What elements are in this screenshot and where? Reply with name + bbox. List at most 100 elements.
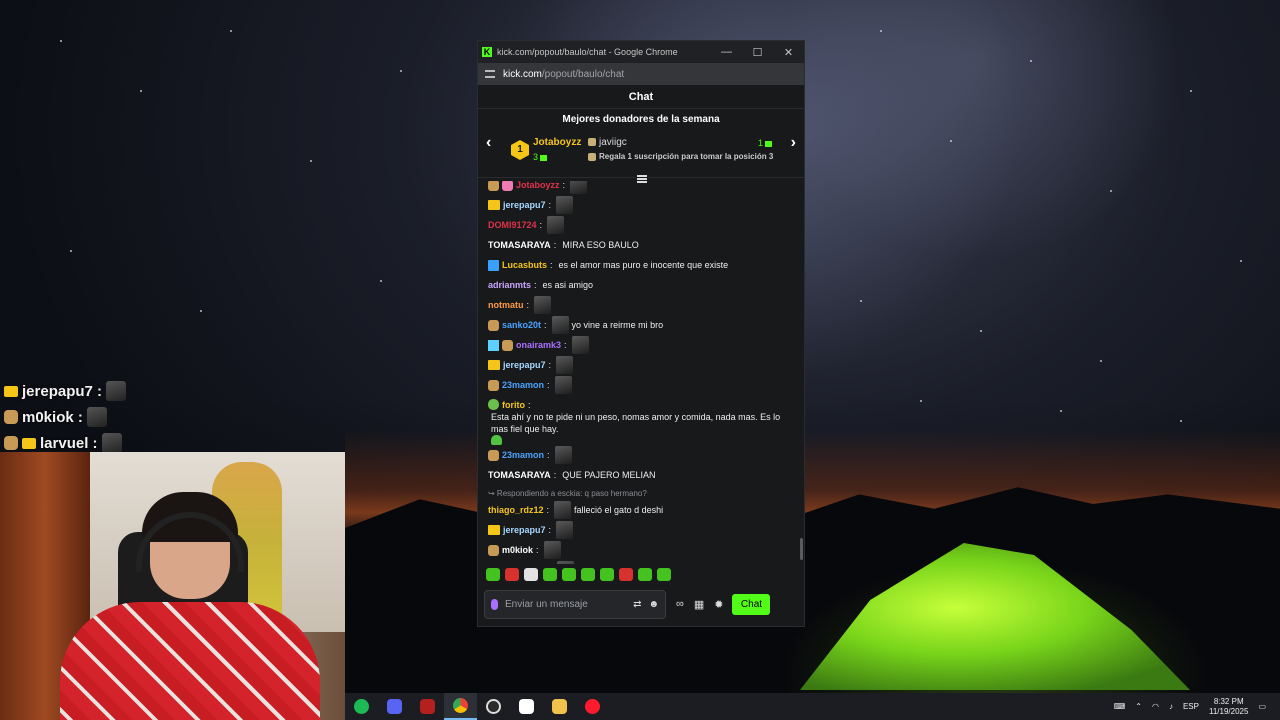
hand-badge-icon[interactable]	[488, 544, 499, 556]
chat-username[interactable]: TOMASARAYA	[488, 239, 551, 251]
minimize-button[interactable]: —	[711, 46, 742, 58]
emote-icon	[547, 216, 565, 234]
star	[380, 280, 382, 282]
star	[1180, 420, 1182, 422]
emote-icon[interactable]	[505, 568, 519, 581]
emote-icon[interactable]	[543, 568, 557, 581]
emote-icon	[543, 541, 561, 559]
emote-icon[interactable]	[619, 568, 633, 581]
gift-icon	[765, 140, 772, 147]
emote-icon[interactable]	[600, 568, 614, 581]
gear-icon[interactable]: ✹	[714, 598, 723, 611]
sword-badge-icon[interactable]	[488, 259, 499, 271]
hand-badge-icon	[4, 436, 18, 450]
hand-badge-icon[interactable]	[488, 181, 499, 191]
star	[400, 70, 402, 72]
translate-icon[interactable]: ⇄	[633, 599, 641, 610]
chevron-up-icon[interactable]: ⌃	[1135, 702, 1142, 711]
emoji-icon[interactable]: ☻	[648, 599, 659, 610]
maximize-button[interactable]: ☐	[742, 46, 773, 59]
hand-badge-icon[interactable]	[502, 339, 513, 351]
obs-app-icon[interactable]	[477, 693, 510, 720]
emote-icon[interactable]	[638, 568, 652, 581]
emote-icon	[86, 407, 107, 427]
crown-badge-icon[interactable]	[488, 200, 500, 210]
close-button[interactable]: ✕	[773, 46, 804, 59]
emote-icon[interactable]	[657, 568, 671, 581]
chat-message-input[interactable]	[505, 598, 627, 610]
site-settings-icon[interactable]	[485, 70, 495, 78]
address-bar[interactable]: kick.com/popout/baulo/chat	[478, 63, 804, 85]
title-bar[interactable]: K kick.com/popout/baulo/chat - Google Ch…	[478, 41, 804, 63]
quick-emote-bar	[486, 568, 671, 581]
pink-badge-icon[interactable]	[502, 181, 513, 191]
crown-badge-icon[interactable]	[488, 360, 500, 370]
chat-username[interactable]: TOMASARAYA	[488, 469, 551, 481]
crown-badge-icon	[4, 385, 18, 397]
second-donor-count: 1	[758, 138, 772, 148]
crown-badge-icon[interactable]	[488, 525, 500, 535]
network-icon[interactable]: ◠	[1152, 702, 1159, 711]
chat-username[interactable]: jerepapu7	[503, 199, 546, 211]
top-donor-name[interactable]: Jotaboyzz	[533, 137, 581, 148]
frog-badge-icon[interactable]	[488, 399, 499, 410]
chevron-left-icon[interactable]: ‹	[486, 134, 491, 152]
chat-username[interactable]: onairamk3	[516, 339, 561, 351]
microphone-icon[interactable]	[491, 598, 498, 610]
emote-icon	[554, 446, 572, 464]
capcut-app-icon[interactable]	[510, 693, 543, 720]
second-donor[interactable]: javiigc	[588, 137, 627, 148]
chat-username[interactable]: 23mamon	[502, 449, 544, 461]
emote-icon[interactable]	[524, 568, 538, 581]
chat-username[interactable]: jerepapu7	[503, 359, 546, 371]
crown-badge-icon	[22, 437, 36, 449]
second-donor-name: javiigc	[599, 137, 627, 148]
chat-username[interactable]: DOMI91724	[488, 219, 537, 231]
file-explorer-icon[interactable]	[543, 693, 576, 720]
emote-icon[interactable]	[581, 568, 595, 581]
chat-username[interactable]: jerepapu7	[503, 524, 546, 536]
voicemeeter-app-icon[interactable]	[411, 693, 444, 720]
chat-username[interactable]: forito	[502, 399, 525, 411]
emote-icon[interactable]	[486, 568, 500, 581]
hand-badge-icon[interactable]	[488, 379, 499, 391]
kick-logo-icon: K	[482, 47, 492, 57]
link-icon[interactable]: ∞	[676, 598, 684, 610]
discord-app-icon[interactable]	[378, 693, 411, 720]
send-chat-button[interactable]: Chat	[732, 593, 771, 615]
reply-context[interactable]: ↪ Respondiendo a esckia: q paso hermano?	[488, 489, 794, 500]
chat-username[interactable]: thiago_rdz12	[488, 504, 544, 516]
chat-username[interactable]: 23mamon	[502, 379, 544, 391]
volume-icon[interactable]: ♪	[1169, 702, 1173, 711]
chat-username[interactable]: Lucasbuts	[502, 259, 547, 271]
chat-username[interactable]: sanko20t	[502, 319, 541, 331]
taskbar-clock[interactable]: 8:32 PM 11/19/2025	[1209, 697, 1248, 717]
star	[920, 400, 922, 402]
chevron-right-icon[interactable]: ›	[791, 134, 796, 152]
notification-icon[interactable]: ▭	[1258, 702, 1266, 711]
chat-username[interactable]: adrianmts	[488, 279, 531, 291]
colon-separator: :	[564, 340, 567, 350]
store-icon[interactable]: ▦	[694, 598, 704, 611]
opera-app-icon[interactable]	[576, 693, 609, 720]
chat-username[interactable]: m0kiok	[502, 544, 533, 556]
chat-scrollbar[interactable]	[800, 538, 803, 560]
colon-separator: :	[548, 200, 552, 210]
url-text[interactable]: kick.com/popout/baulo/chat	[503, 69, 624, 80]
emote-icon	[556, 521, 574, 539]
star	[950, 140, 952, 142]
spotify-app-icon[interactable]	[345, 693, 378, 720]
chat-input-box[interactable]: ⇄ ☻	[484, 589, 666, 619]
emote-icon[interactable]	[562, 568, 576, 581]
hand-badge-icon[interactable]	[488, 319, 499, 331]
hand-badge-icon[interactable]	[488, 449, 499, 461]
chat-username[interactable]: Jotaboyzz	[516, 181, 560, 191]
star	[200, 310, 202, 312]
chrome-app-icon[interactable]	[444, 693, 477, 720]
language-indicator[interactable]: ESP	[1183, 702, 1199, 711]
chat-message: TOMASARAYA: MIRA ESO BAULO	[488, 235, 794, 255]
keyboard-icon[interactable]: ⌨	[1114, 702, 1126, 711]
qr-badge-icon[interactable]	[488, 339, 499, 351]
chat-message: forito: Esta ahí y no te pide ni un peso,…	[488, 395, 794, 445]
chat-username[interactable]: notmatu	[488, 299, 524, 311]
